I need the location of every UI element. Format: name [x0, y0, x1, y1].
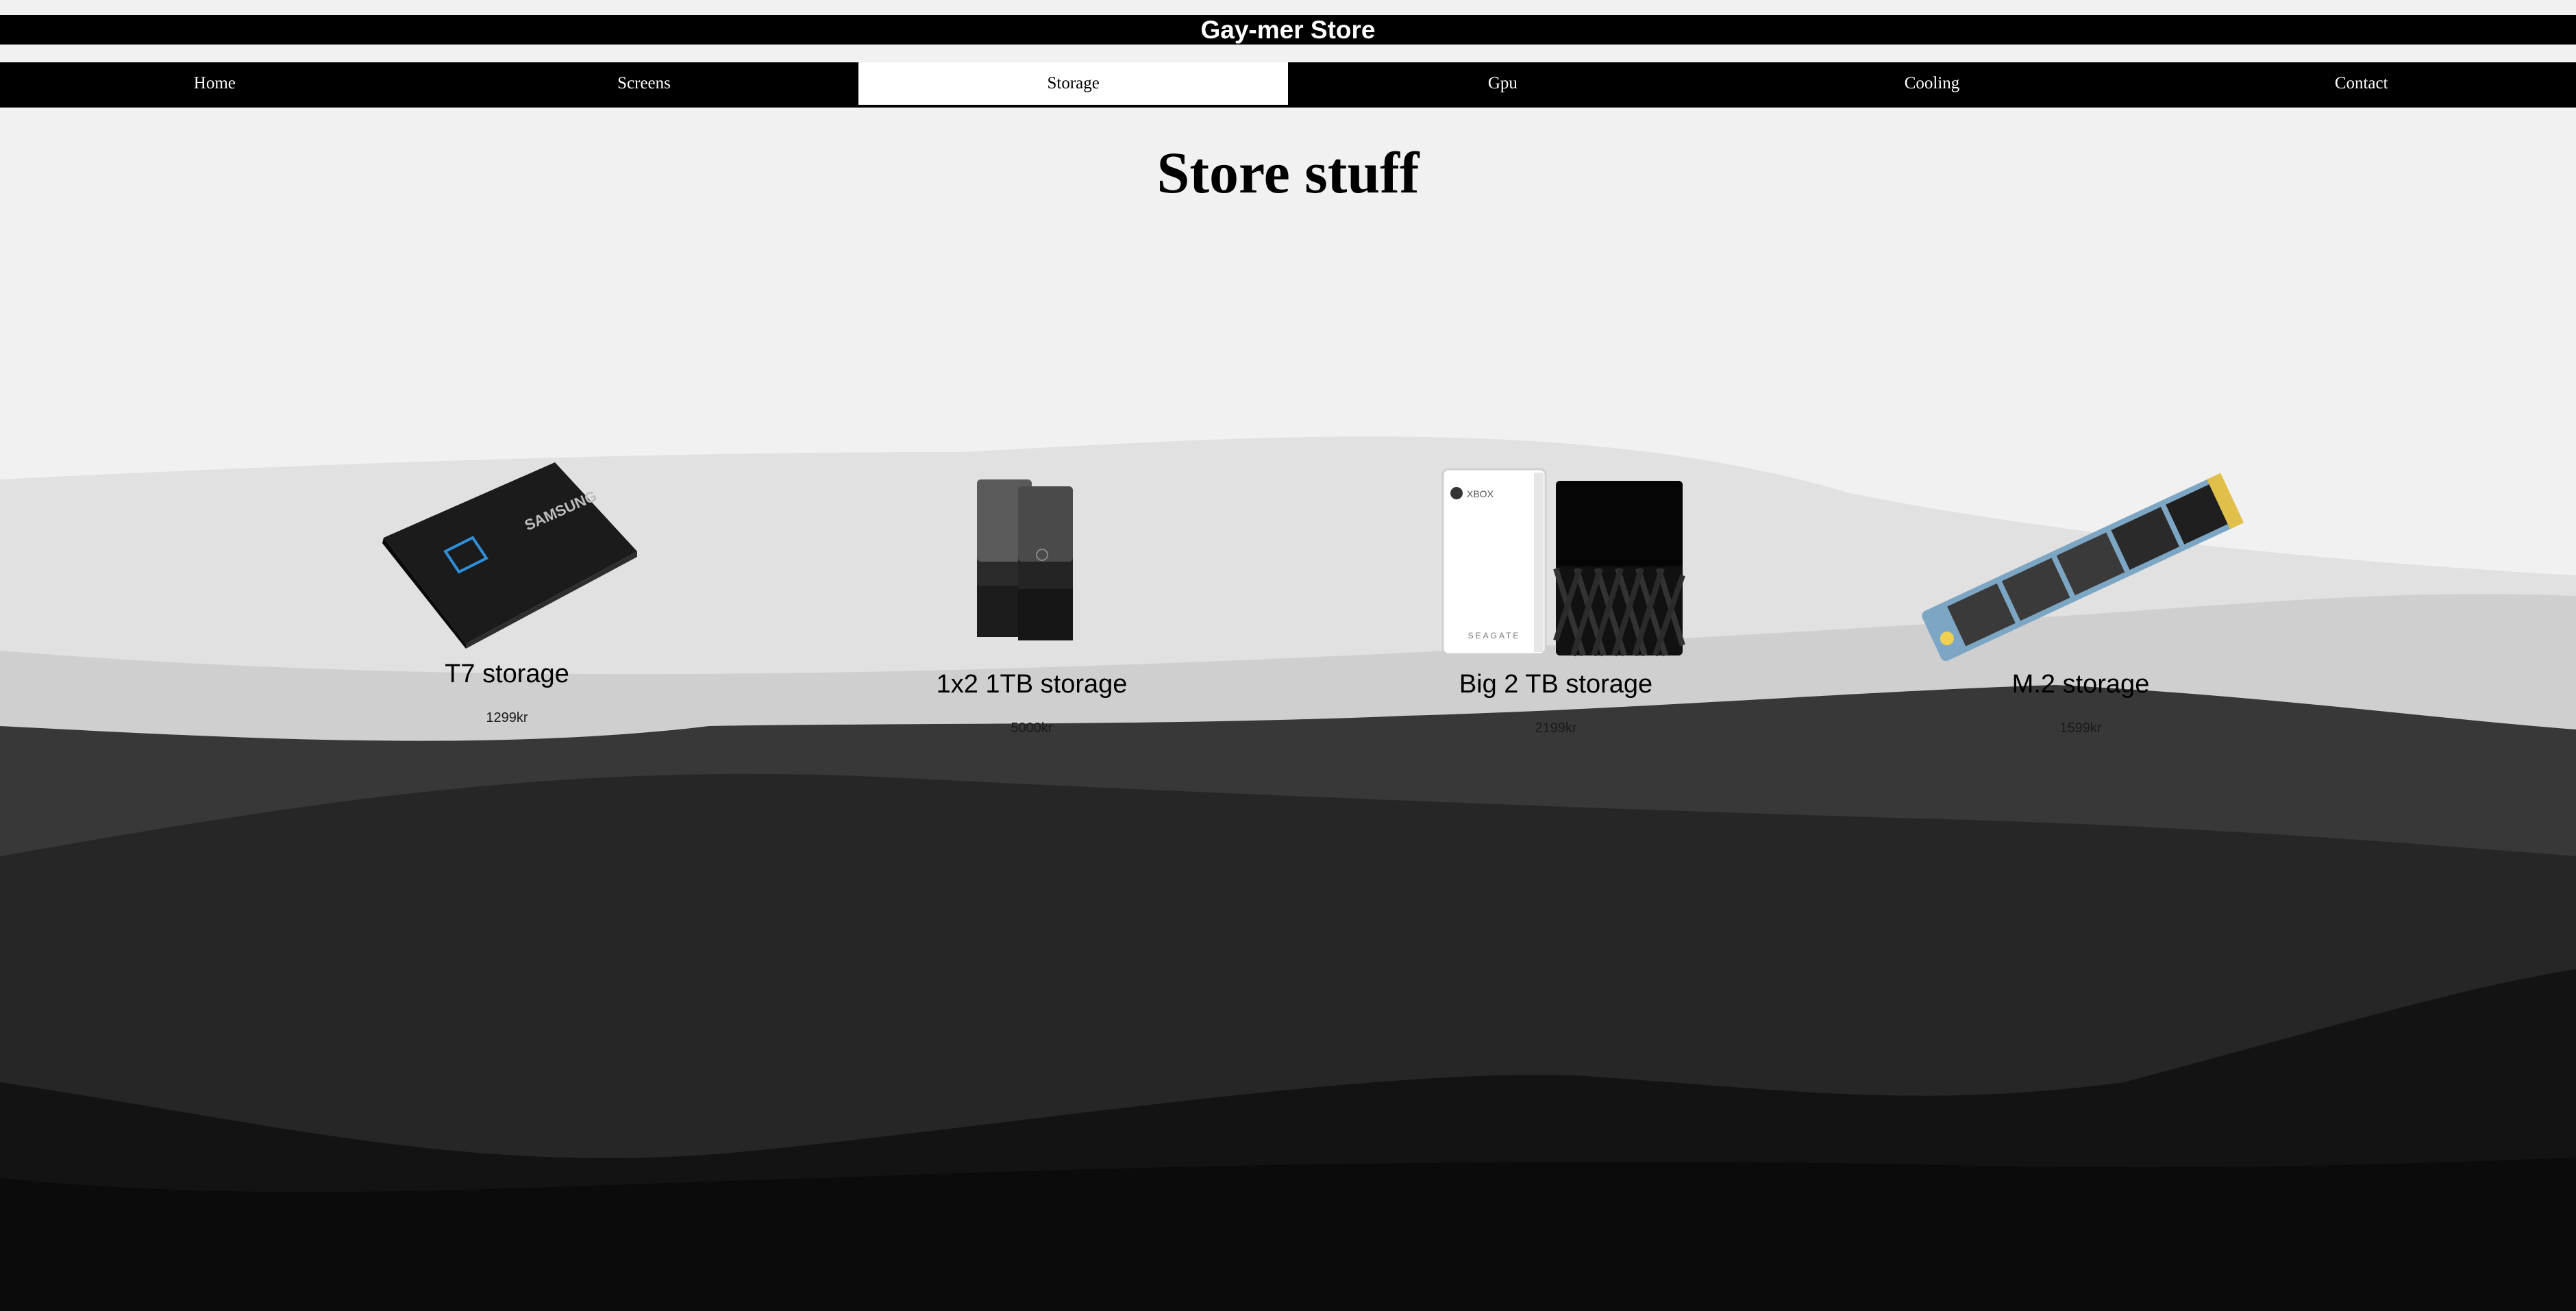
xbox-logo-icon	[1450, 487, 1463, 499]
seagate-brand-text: SEAGATE	[1468, 631, 1521, 640]
nav-item-contact[interactable]: Contact	[2146, 62, 2576, 108]
product-card-big-2tb[interactable]: XBOX SEAGATE Big 2 TB storage 2199kr	[1296, 466, 1816, 736]
main-nav: Home Screens Storage Gpu Cooling Contact	[0, 62, 2576, 108]
product-name: M.2 storage	[2011, 670, 2150, 699]
external-hdd-pair-image[interactable]: XBOX SEAGATE	[1419, 466, 1693, 664]
product-card-t7[interactable]: SAMSUNG T7 storage 1299kr	[247, 455, 767, 726]
product-price: 2199kr	[1535, 721, 1577, 736]
samsung-t7-ssd-image[interactable]: SAMSUNG	[370, 455, 644, 654]
product-name: T7 storage	[445, 660, 569, 688]
site-header: Gay-mer Store	[0, 15, 2576, 45]
xbox-brand-text: XBOX	[1467, 488, 1494, 499]
product-price: 1599kr	[2059, 721, 2102, 736]
nav-item-home[interactable]: Home	[0, 62, 430, 108]
m2-ssd-image[interactable]	[1903, 466, 2259, 664]
page-title: Store stuff	[1156, 140, 1420, 205]
product-card-m2[interactable]: M.2 storage 1599kr	[1820, 466, 2341, 736]
nav-item-storage[interactable]: Storage	[858, 62, 1289, 105]
nav-item-gpu[interactable]: Gpu	[1288, 62, 1718, 108]
site-title: Gay-mer Store	[1200, 16, 1376, 44]
product-price: 1299kr	[486, 710, 528, 725]
xbox-expansion-card-image[interactable]	[956, 466, 1107, 664]
product-name: Big 2 TB storage	[1459, 670, 1653, 699]
product-name: 1x2 1TB storage	[936, 670, 1128, 699]
nav-item-cooling[interactable]: Cooling	[1718, 62, 2147, 108]
nav-item-screens[interactable]: Screens	[430, 62, 859, 108]
product-price: 5000kr	[1011, 721, 1053, 736]
product-card-1x2-1tb[interactable]: 1x2 1TB storage 5000kr	[771, 466, 1292, 736]
